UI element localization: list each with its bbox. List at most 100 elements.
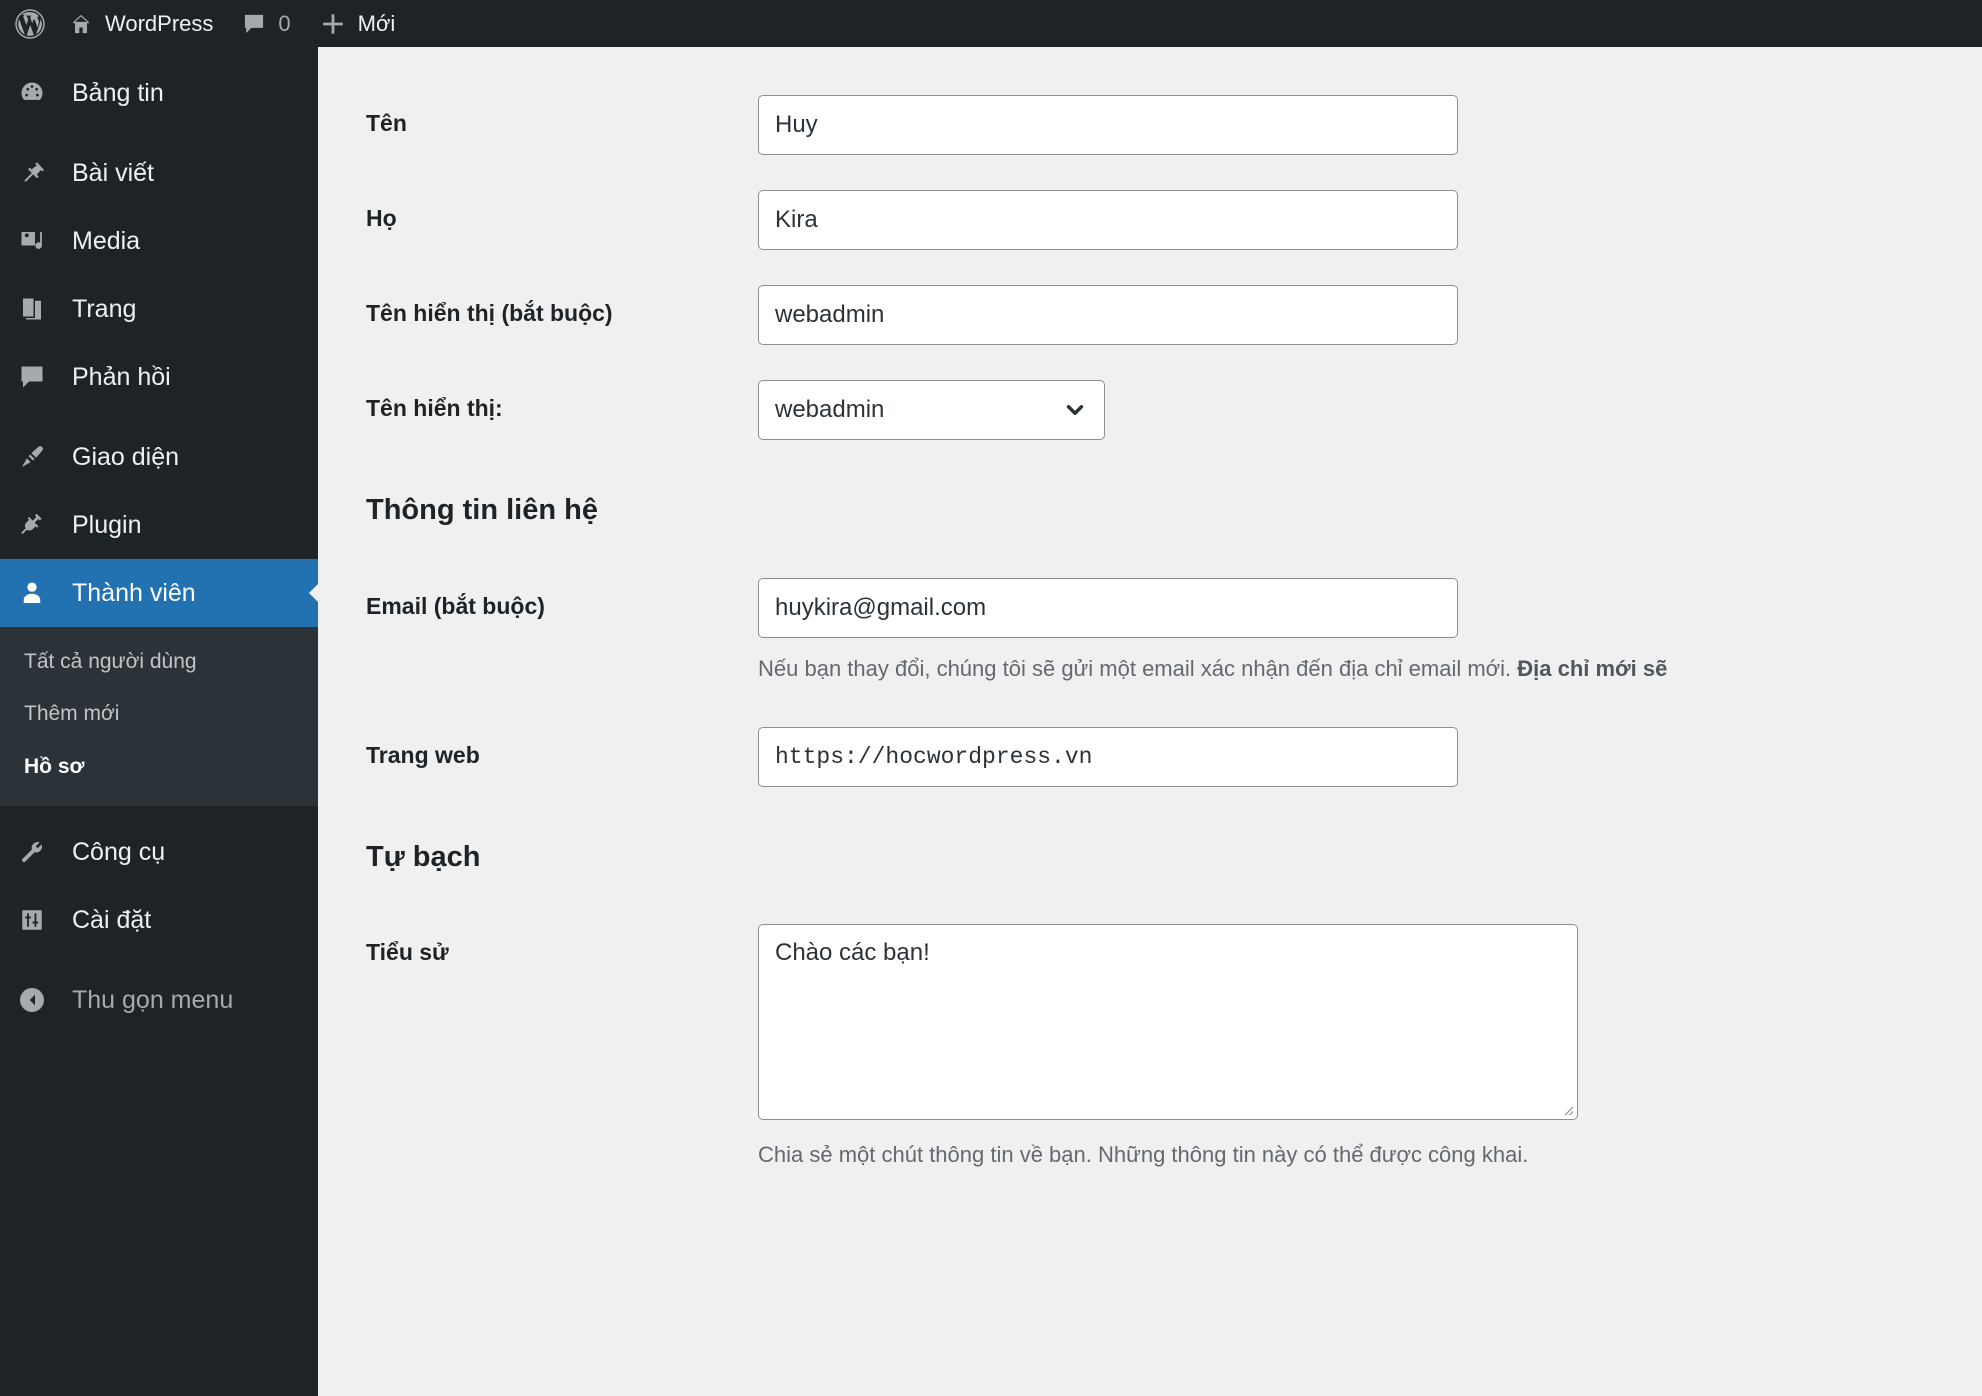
paintbrush-icon	[12, 442, 52, 472]
sidebar-item-label: Bài viết	[72, 158, 154, 187]
sidebar-item-label: Trang	[72, 294, 137, 323]
display-name-select[interactable]: webadmin	[758, 380, 1105, 440]
email-description: Nếu bạn thay đổi, chúng tôi sẽ gửi một e…	[758, 638, 1982, 685]
profile-form-table: Tên Huy Họ Kira Tên hiển thị (bắt buộc) …	[318, 47, 1982, 1171]
email-label: Email (bắt buộc)	[366, 592, 545, 619]
pin-icon	[12, 158, 52, 188]
chevron-down-icon	[1062, 397, 1088, 423]
display-name-label: Tên hiển thị:	[366, 395, 503, 421]
admin-bar-comments-count: 0	[278, 10, 291, 36]
email-value: huykira@gmail.com	[775, 593, 987, 621]
last-name-input[interactable]: Kira	[758, 190, 1458, 250]
sidebar-item-label: Phản hồi	[72, 362, 171, 391]
wrench-icon	[12, 837, 52, 867]
admin-bar-new-content[interactable]: Mới	[305, 0, 410, 47]
sidebar-subitem-label: Hồ sơ	[24, 754, 85, 778]
menu-spacer-1	[0, 127, 318, 139]
collapse-arrow-icon	[12, 985, 52, 1015]
sidebar-item-plugins[interactable]: Plugin	[0, 491, 318, 559]
admin-bar-site-name[interactable]: WordPress	[54, 0, 227, 47]
sidebar-item-label: Media	[72, 226, 141, 255]
menu-spacer-4	[0, 954, 318, 966]
admin-bar-new-label: Mới	[357, 10, 396, 36]
sidebar-subitem-label: Thêm mới	[24, 702, 120, 726]
sidebar-item-label: Giao diện	[72, 442, 180, 471]
first-name-field-wrap: Huy	[758, 95, 1982, 155]
website-label: Trang web	[366, 741, 480, 768]
field-row-first-name: Tên Huy	[318, 47, 1982, 155]
nickname-value: webadmin	[775, 301, 885, 328]
about-heading-wrap: Tự bạch	[318, 787, 1982, 877]
sidebar-item-posts[interactable]: Bài viết	[0, 139, 318, 207]
first-name-label: Tên	[366, 110, 407, 136]
sidebar-item-label: Plugin	[72, 510, 142, 539]
collapse-menu-button[interactable]: Thu gọn menu	[0, 966, 318, 1034]
sidebar-item-label: Bảng tin	[72, 78, 164, 107]
website-input[interactable]: https://hocwordpress.vn	[758, 726, 1458, 787]
textarea-resize-handle[interactable]	[1560, 1102, 1574, 1116]
nickname-input[interactable]: webadmin	[758, 285, 1458, 345]
plug-icon	[12, 510, 52, 540]
comment-bubble-icon	[241, 11, 267, 37]
sidebar-item-label: Cài đặt	[72, 905, 152, 934]
settings-sliders-icon	[12, 905, 52, 935]
bio-field-wrap: Chào các bạn! Chia sẻ một chút thông tin…	[758, 924, 1982, 1171]
menu-spacer-2	[0, 411, 318, 423]
comment-bubble-icon	[12, 362, 52, 392]
bio-value: Chào các bạn!	[775, 939, 930, 967]
email-description-strong: Địa chỉ mới sẽ	[1517, 655, 1668, 681]
home-icon	[68, 11, 94, 37]
field-row-display-name: Tên hiển thị: webadmin	[318, 345, 1982, 440]
admin-bar-site-label: WordPress	[105, 10, 214, 36]
first-name-value: Huy	[775, 111, 818, 138]
media-icon	[12, 226, 52, 256]
pages-icon	[12, 294, 52, 324]
sidebar-item-media[interactable]: Media	[0, 207, 318, 275]
contact-info-heading-wrap: Thông tin liên hệ	[318, 440, 1982, 530]
field-row-website: Trang web https://hocwordpress.vn	[318, 685, 1982, 787]
sidebar-item-settings[interactable]: Cài đặt	[0, 886, 318, 954]
email-description-text: Nếu bạn thay đổi, chúng tôi sẽ gửi một e…	[758, 655, 1518, 681]
sidebar-item-label: Công cụ	[72, 837, 166, 866]
sidebar-item-comments[interactable]: Phản hồi	[0, 343, 318, 411]
sidebar-item-tools[interactable]: Công cụ	[0, 818, 318, 886]
profile-form-content: Tên Huy Họ Kira Tên hiển thị (bắt buộc) …	[318, 47, 1982, 1396]
sidebar-subitem-label: Tất cả người dùng	[24, 650, 197, 673]
bio-textarea[interactable]: Chào các bạn!	[758, 924, 1578, 1121]
field-row-nickname: Tên hiển thị (bắt buộc) webadmin	[318, 250, 1982, 345]
nickname-field-wrap: webadmin	[758, 285, 1982, 345]
sidebar-subitem-add-new[interactable]: Thêm mới	[0, 688, 318, 740]
sidebar-item-users[interactable]: Thành viên	[0, 559, 319, 627]
sidebar-item-appearance[interactable]: Giao diện	[0, 423, 318, 491]
field-row-bio: Tiểu sử Chào các bạn! Chia sẻ một chút t…	[318, 876, 1982, 1171]
email-field-wrap: huykira@gmail.com Nếu bạn thay đổi, chún…	[758, 577, 1982, 685]
email-input[interactable]: huykira@gmail.com	[758, 577, 1458, 638]
display-name-field-wrap: webadmin	[758, 380, 1982, 440]
last-name-label: Họ	[366, 205, 397, 231]
field-row-email: Email (bắt buộc) huykira@gmail.com Nếu b…	[318, 530, 1982, 685]
admin-bar-comments[interactable]: 0	[227, 0, 304, 47]
wordpress-logo-icon	[14, 8, 46, 40]
field-row-last-name: Họ Kira	[318, 155, 1982, 250]
last-name-field-wrap: Kira	[758, 190, 1982, 250]
bio-label: Tiểu sử	[366, 939, 449, 966]
collapse-menu-label: Thu gọn menu	[72, 985, 234, 1014]
last-name-value: Kira	[775, 206, 818, 233]
sidebar-subitem-profile[interactable]: Hồ sơ	[0, 741, 318, 793]
dashboard-icon	[12, 78, 52, 108]
admin-sidebar-menu: Bảng tin Bài viết Media Trang Phản hồi G…	[0, 47, 319, 1396]
website-value: https://hocwordpress.vn	[775, 743, 1093, 770]
first-name-input[interactable]: Huy	[758, 95, 1458, 155]
sidebar-subitem-all-users[interactable]: Tất cả người dùng	[0, 636, 318, 688]
sidebar-submenu-users: Tất cả người dùng Thêm mới Hồ sơ	[0, 627, 318, 807]
about-heading: Tự bạch	[366, 840, 481, 873]
website-field-wrap: https://hocwordpress.vn	[758, 726, 1982, 787]
display-name-value: webadmin	[775, 396, 885, 423]
sidebar-item-dashboard[interactable]: Bảng tin	[0, 59, 318, 127]
admin-bar: WordPress 0 Mới	[0, 0, 1982, 47]
contact-info-heading: Thông tin liên hệ	[366, 494, 598, 526]
admin-bar-wp-logo[interactable]	[0, 0, 54, 47]
bio-description: Chia sẻ một chút thông tin về bạn. Những…	[758, 1142, 1529, 1168]
sidebar-item-pages[interactable]: Trang	[0, 275, 318, 343]
nickname-label: Tên hiển thị (bắt buộc)	[366, 300, 613, 326]
